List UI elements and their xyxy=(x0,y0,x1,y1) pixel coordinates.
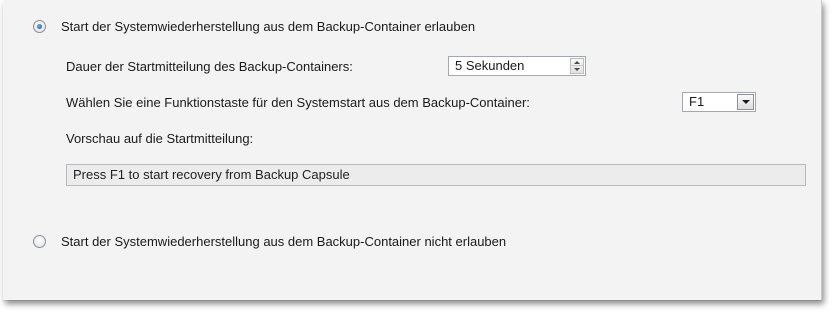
spinner-divider xyxy=(571,65,583,66)
chevron-down-icon xyxy=(742,100,750,104)
preview-box: Press F1 to start recovery from Backup C… xyxy=(66,164,806,186)
arrow-up-icon[interactable] xyxy=(574,61,580,64)
function-key-value[interactable]: F1 xyxy=(689,94,704,110)
preview-label: Vorschau auf die Startmitteilung: xyxy=(66,131,254,146)
recovery-settings-panel: Start der Systemwiederherstellung aus de… xyxy=(3,0,822,300)
duration-spinner[interactable]: 5 Sekunden xyxy=(448,56,586,76)
disallow-recovery-label[interactable]: Start der Systemwiederherstellung aus de… xyxy=(61,234,506,250)
dropdown-button[interactable] xyxy=(737,94,754,110)
preview-text: Press F1 to start recovery from Backup C… xyxy=(73,167,350,182)
duration-label: Dauer der Startmitteilung des Backup-Con… xyxy=(66,59,353,74)
allow-recovery-label[interactable]: Start der Systemwiederherstellung aus de… xyxy=(61,19,475,35)
disallow-recovery-radio[interactable] xyxy=(33,235,46,248)
spinner-buttons[interactable] xyxy=(570,58,584,74)
duration-value[interactable]: 5 Sekunden xyxy=(455,58,524,74)
function-key-label: Wählen Sie eine Funktionstaste für den S… xyxy=(66,95,530,110)
arrow-down-icon[interactable] xyxy=(574,68,580,71)
function-key-select[interactable]: F1 xyxy=(682,92,756,112)
allow-recovery-radio[interactable] xyxy=(33,20,46,33)
